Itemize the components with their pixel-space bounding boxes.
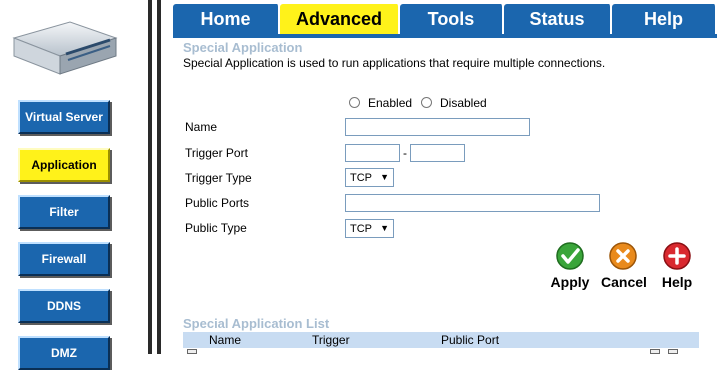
checkmark-icon xyxy=(556,242,584,270)
sidebar-item-filter[interactable]: Filter xyxy=(18,195,110,229)
sidebar-item-ddns[interactable]: DDNS xyxy=(18,289,110,323)
help-button[interactable]: Help xyxy=(655,241,699,290)
name-label: Name xyxy=(185,120,218,134)
router-device-image xyxy=(12,21,118,75)
sidebar-item-firewall[interactable]: Firewall xyxy=(18,242,110,276)
public-type-value: TCP xyxy=(350,222,372,235)
enabled-label: Enabled xyxy=(368,96,413,110)
trigger-port-from-field[interactable] xyxy=(345,144,400,162)
tab-underline xyxy=(173,34,717,38)
tab-advanced[interactable]: Advanced xyxy=(280,4,400,34)
column-header-name: Name xyxy=(209,333,242,347)
sidebar-item-virtual-server[interactable]: Virtual Server xyxy=(18,100,110,134)
column-header-trigger: Trigger xyxy=(312,333,350,347)
tab-home[interactable]: Home xyxy=(173,4,280,34)
public-type-select[interactable]: TCP ▼ xyxy=(345,219,394,238)
plus-icon xyxy=(663,242,691,270)
enabled-radio[interactable] xyxy=(349,97,360,108)
trigger-type-value: TCP xyxy=(350,171,372,184)
chevron-down-icon: ▼ xyxy=(380,223,389,233)
public-type-label: Public Type xyxy=(185,221,247,235)
chevron-down-icon: ▼ xyxy=(380,172,389,182)
disabled-label: Disabled xyxy=(440,96,487,110)
close-icon xyxy=(609,242,637,270)
divider xyxy=(148,0,152,354)
port-range-separator: - xyxy=(403,146,407,160)
tab-status[interactable]: Status xyxy=(504,4,612,34)
sidebar-item-application[interactable]: Application xyxy=(18,148,110,182)
section-title: Special Application xyxy=(183,40,303,55)
sidebar-item-label: Firewall xyxy=(41,252,87,266)
cancel-label: Cancel xyxy=(601,274,647,290)
list-item xyxy=(183,349,699,354)
sidebar-item-dmz[interactable]: DMZ xyxy=(18,336,110,370)
sidebar-item-label: Application xyxy=(31,158,97,172)
tab-help[interactable]: Help xyxy=(612,4,717,34)
list-header: Name Trigger Public Port xyxy=(183,332,699,348)
cancel-button[interactable]: Cancel xyxy=(601,241,647,290)
trigger-type-select[interactable]: TCP ▼ xyxy=(345,168,394,187)
edit-icon[interactable] xyxy=(650,349,660,354)
tab-tools[interactable]: Tools xyxy=(400,4,504,34)
sidebar-item-label: Virtual Server xyxy=(25,110,103,124)
public-ports-field[interactable] xyxy=(345,194,600,212)
help-label: Help xyxy=(661,274,693,290)
sidebar-item-label: DMZ xyxy=(51,346,77,360)
section-description: Special Application is used to run appli… xyxy=(183,56,606,70)
delete-icon[interactable] xyxy=(668,349,678,354)
trigger-port-label: Trigger Port xyxy=(185,146,248,160)
top-nav: Home Advanced Tools Status Help xyxy=(173,4,717,34)
apply-label: Apply xyxy=(550,274,590,290)
trigger-port-to-field[interactable] xyxy=(410,144,465,162)
sidebar-item-label: Filter xyxy=(49,205,79,219)
row-checkbox[interactable] xyxy=(187,349,197,354)
apply-button[interactable]: Apply xyxy=(548,241,592,290)
public-ports-label: Public Ports xyxy=(185,196,250,210)
left-panel: Virtual Server Application Filter Firewa… xyxy=(0,0,150,370)
column-header-public-port: Public Port xyxy=(441,333,500,347)
trigger-type-label: Trigger Type xyxy=(185,171,252,185)
sidebar-item-label: DDNS xyxy=(46,299,81,313)
list-title: Special Application List xyxy=(183,316,330,331)
disabled-radio[interactable] xyxy=(421,97,432,108)
divider xyxy=(157,0,161,354)
name-field[interactable] xyxy=(345,118,530,136)
